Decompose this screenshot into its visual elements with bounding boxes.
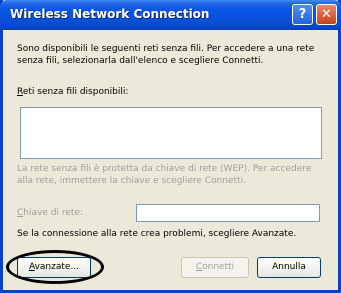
wep-info-line-1: La rete senza fili è protetta da chiave … [17, 164, 312, 174]
wireless-networks-list[interactable] [20, 107, 322, 159]
window-title: Wireless Network Connection [10, 7, 210, 21]
advanced-button-rest: vanzate... [34, 262, 80, 272]
networks-label: Reti senza fili disponibili: [17, 87, 128, 98]
help-icon[interactable]: ? [292, 4, 313, 25]
wep-info-line-2: alla rete, immettere la chiave e sceglie… [17, 176, 246, 186]
connect-button[interactable]: Connetti [181, 257, 249, 278]
network-key-label-rest: hiave di rete: [23, 208, 83, 218]
networks-label-rest: eti senza fili disponibili: [22, 87, 129, 97]
cancel-button[interactable]: Annulla [257, 257, 321, 278]
intro-line-2: senza fili, selezionarla dall'elenco e s… [17, 56, 264, 66]
close-icon[interactable]: ✕ [316, 4, 337, 25]
network-key-input[interactable] [136, 204, 320, 222]
troubleshoot-hint: Se la connessione alla rete crea problem… [17, 229, 297, 239]
wireless-connection-dialog: Wireless Network Connection ? ✕ Sono dis… [0, 0, 341, 293]
intro-line-1: Sono disponibili le seguenti reti senza … [17, 44, 315, 54]
network-key-label: Chiave di rete: [17, 208, 83, 219]
advanced-button[interactable]: Avanzate... [17, 257, 91, 278]
connect-button-rest: onnetti [202, 262, 235, 272]
title-bar[interactable]: Wireless Network Connection ? ✕ [0, 0, 341, 30]
